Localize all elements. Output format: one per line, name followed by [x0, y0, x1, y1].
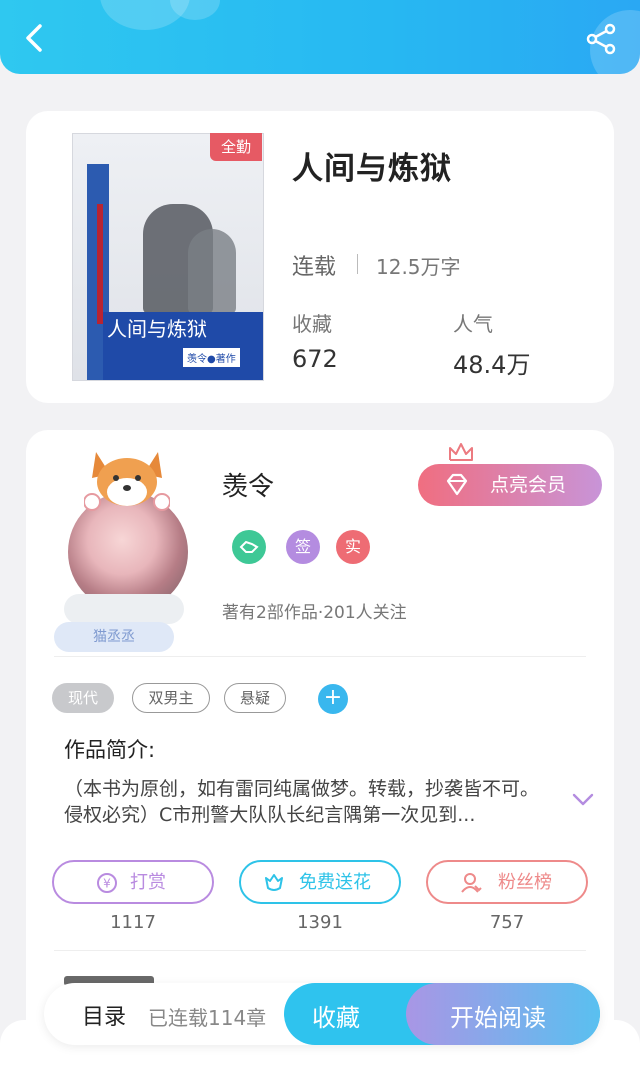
- popularity-label: 人气: [453, 312, 493, 336]
- author-avatar[interactable]: 猫丞丞: [54, 444, 204, 654]
- book-title: 人间与炼狱: [292, 151, 452, 187]
- fan-ranking-button[interactable]: 粉丝榜: [426, 860, 588, 904]
- handshake-icon: [239, 540, 259, 553]
- favorites-count: 672: [292, 345, 338, 373]
- verified-badge[interactable]: 实: [336, 530, 370, 564]
- flower-count: 1391: [297, 912, 343, 933]
- add-tag-button[interactable]: +: [318, 684, 348, 714]
- avatar-cloud-decor: [64, 594, 184, 624]
- start-reading-label: 开始阅读: [450, 1004, 546, 1032]
- cover-author: 羡令●著作: [183, 348, 240, 367]
- fan-count: 757: [489, 912, 525, 933]
- divider: [54, 656, 586, 657]
- svg-text:¥: ¥: [103, 877, 111, 891]
- avatar-frame-tag: 猫丞丞: [54, 622, 174, 652]
- reward-button[interactable]: ¥ 打赏: [52, 860, 214, 904]
- chapter-count: 已连载114章: [148, 1006, 267, 1030]
- divider: [357, 254, 358, 274]
- tag-suspense[interactable]: 悬疑: [224, 683, 286, 713]
- author-name[interactable]: 羡令: [222, 466, 274, 503]
- table-of-contents-button[interactable]: 目录: [82, 999, 126, 1031]
- full-attendance-badge: 全勤: [210, 133, 262, 161]
- signed-badge[interactable]: 签: [286, 530, 320, 564]
- send-flower-button[interactable]: 免费送花: [239, 860, 401, 904]
- send-flower-label: 免费送花: [299, 872, 371, 893]
- tag-double-male[interactable]: 双男主: [132, 683, 210, 713]
- yen-coin-icon: ¥: [97, 873, 117, 893]
- activate-vip-button[interactable]: 点亮会员: [418, 443, 602, 506]
- corgi-frame-icon: [84, 452, 170, 511]
- fan-ranking-label: 粉丝榜: [498, 872, 552, 893]
- diamond-icon: [446, 473, 468, 496]
- intro-title: 作品简介:: [64, 738, 156, 762]
- start-reading-button[interactable]: 开始阅读: [406, 983, 600, 1045]
- flower-icon: [265, 874, 283, 891]
- cover-title: 人间与炼狱: [107, 317, 207, 341]
- favorites-button-label: 收藏: [312, 1004, 360, 1032]
- user-ranking-icon: [461, 873, 482, 893]
- crown-icon: [449, 443, 473, 461]
- chevron-down-icon[interactable]: [572, 792, 594, 808]
- divider: [54, 950, 586, 951]
- popularity-count: 48.4万: [453, 351, 531, 379]
- vip-button-label: 点亮会员: [490, 474, 567, 496]
- intro-text[interactable]: （本书为原创，如有雷同纯属做梦。转载，抄袭皆不可。侵权必究）C市刑警大队队长纪言…: [64, 776, 554, 828]
- book-cover[interactable]: 人间与炼狱 羡令●著作: [72, 133, 264, 381]
- top-header: [0, 0, 640, 74]
- serial-status: 连载: [292, 255, 337, 280]
- author-stats: 著有2部作品·201人关注: [222, 603, 407, 623]
- word-count: 12.5万字: [376, 255, 461, 279]
- cover-figure: [188, 229, 236, 314]
- back-icon[interactable]: [18, 20, 54, 56]
- share-icon[interactable]: [584, 22, 618, 56]
- book-info-card: 人间与炼狱 羡令●著作 全勤 人间与炼狱 连载 12.5万字 收藏 672 人气…: [26, 111, 614, 403]
- tag-modern[interactable]: 现代: [52, 683, 114, 713]
- cover-spine-stripe: [97, 204, 103, 324]
- favorites-label: 收藏: [292, 312, 332, 336]
- bottom-action-bar: 目录 已连载114章 收藏 开始阅读: [44, 983, 600, 1045]
- reward-label: 打赏: [130, 872, 166, 893]
- reward-count: 1117: [110, 912, 156, 933]
- handshake-medal-icon[interactable]: [232, 530, 266, 564]
